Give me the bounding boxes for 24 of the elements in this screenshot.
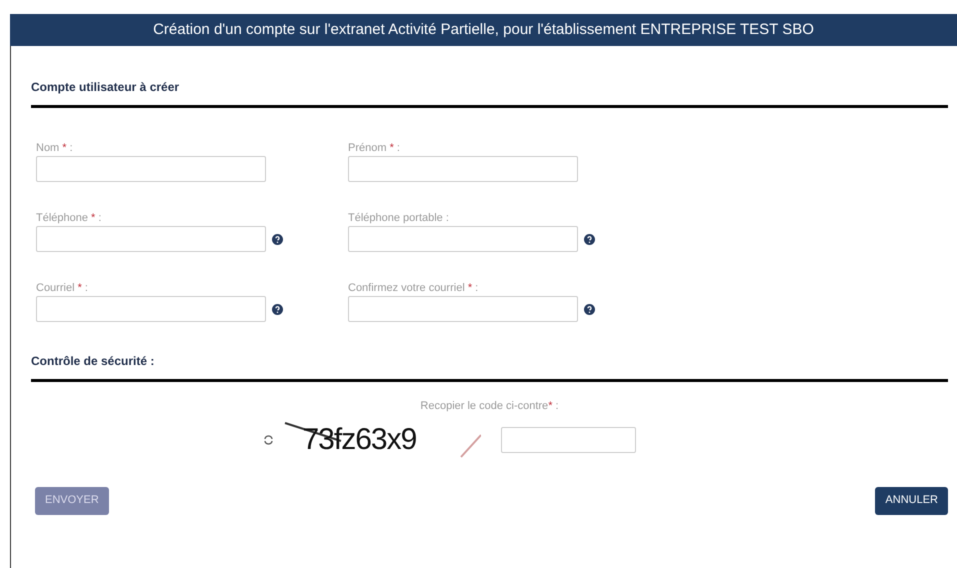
- field-label: Téléphone * :: [36, 211, 102, 224]
- field-label: Prénom * :: [348, 141, 401, 154]
- captcha-label: Recopier le code ci-contre* :: [420, 399, 559, 414]
- help-icon[interactable]: [584, 304, 595, 314]
- header-title: Création d'un compte sur l'extranet Activité Partielle, pour l'établissement ENTREPRISE TEST SBO: [153, 20, 814, 40]
- text-field[interactable]: [36, 296, 266, 322]
- field-label: Téléphone portable :: [348, 211, 450, 224]
- text-field[interactable]: [348, 296, 578, 322]
- section-title: Contrôle de sécurité :: [31, 353, 156, 370]
- section-title: Compte utilisateur à créer: [31, 79, 180, 96]
- field-label: Nom * :: [36, 141, 74, 154]
- field-label: Courriel * :: [36, 281, 89, 294]
- text-field[interactable]: [348, 156, 578, 182]
- text-field[interactable]: [348, 226, 578, 252]
- cancel-button[interactable]: ANNULER: [875, 486, 948, 514]
- help-icon[interactable]: [584, 234, 595, 244]
- help-icon[interactable]: [272, 304, 283, 314]
- text-field[interactable]: [36, 156, 266, 182]
- captcha-field[interactable]: [500, 426, 636, 452]
- captcha-image: 73fz63x9: [280, 420, 480, 458]
- refresh-icon[interactable]: [264, 434, 272, 444]
- text-field[interactable]: [36, 226, 266, 252]
- help-icon[interactable]: [272, 234, 283, 244]
- field-label: Confirmez votre courriel * :: [348, 281, 480, 294]
